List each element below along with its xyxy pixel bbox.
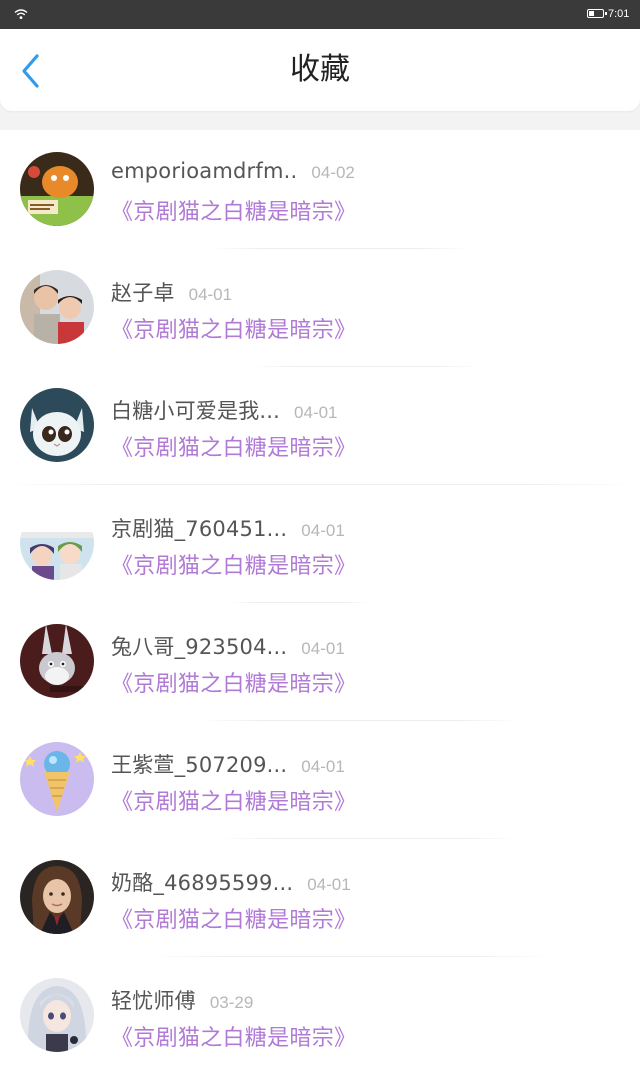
- name-row: 兔八哥_923504... 04-01: [111, 631, 345, 659]
- user-name: 轻忧师傅: [111, 989, 196, 1013]
- chevron-left-icon: [22, 54, 39, 88]
- avatar: [20, 624, 94, 698]
- name-row: 京剧猫_760451... 04-01: [111, 513, 345, 541]
- work-title-link[interactable]: 《京剧猫之白糖是暗宗》: [111, 902, 356, 934]
- work-title-link[interactable]: 《京剧猫之白糖是暗宗》: [111, 430, 356, 462]
- user-name: 奶酪_46895599...: [111, 871, 294, 895]
- user-name: 白糖小可爱是我...: [111, 399, 281, 423]
- avatar: [20, 978, 94, 1052]
- work-title-link[interactable]: 《京剧猫之白糖是暗宗》: [111, 784, 356, 816]
- avatar: [20, 270, 94, 344]
- status-time: 7:01: [608, 8, 630, 20]
- avatar: [20, 742, 94, 816]
- battery-low-icon: [587, 9, 607, 18]
- list-item[interactable]: 奶酪_46895599... 04-01 《京剧猫之白糖是暗宗》: [0, 838, 640, 956]
- avatar: [20, 506, 94, 580]
- list-item[interactable]: 王紫萱_507209... 04-01 《京剧猫之白糖是暗宗》: [0, 720, 640, 838]
- avatar: [20, 152, 94, 226]
- item-date: 04-01: [301, 521, 345, 540]
- item-date: 04-01: [307, 875, 351, 894]
- avatar: [20, 860, 94, 934]
- work-title-link[interactable]: 《京剧猫之白糖是暗宗》: [111, 548, 356, 580]
- favorites-list: emporioamdrfm.. 04-02 《京剧猫之白糖是暗宗》 赵子卓 04-0…: [0, 130, 640, 1066]
- work-title-link[interactable]: 《京剧猫之白糖是暗宗》: [111, 194, 356, 226]
- name-row: 奶酪_46895599... 04-01: [111, 867, 351, 895]
- user-name: 京剧猫_760451...: [111, 517, 288, 541]
- page-title: 收藏: [290, 52, 350, 87]
- item-date: 04-01: [188, 285, 233, 304]
- avatar: [20, 388, 94, 462]
- wifi-icon: [14, 9, 28, 19]
- item-date: 04-02: [311, 163, 355, 182]
- user-name: 王紫萱_507209...: [111, 753, 288, 777]
- work-title-link[interactable]: 《京剧猫之白糖是暗宗》: [111, 1020, 356, 1052]
- list-item[interactable]: 京剧猫_760451... 04-01 《京剧猫之白糖是暗宗》: [0, 484, 640, 602]
- item-date: 04-01: [294, 403, 338, 422]
- back-button[interactable]: [14, 53, 54, 93]
- list-item[interactable]: 轻忧师傅 03-29 《京剧猫之白糖是暗宗》: [0, 956, 640, 1074]
- list-item[interactable]: emporioamdrfm.. 04-02 《京剧猫之白糖是暗宗》: [0, 130, 640, 248]
- title-bar: 收藏: [0, 29, 640, 111]
- list-item[interactable]: 赵子卓 04-01 《京剧猫之白糖是暗宗》: [0, 248, 640, 366]
- work-title-link[interactable]: 《京剧猫之白糖是暗宗》: [111, 666, 356, 698]
- name-row: 赵子卓 04-01: [111, 277, 232, 305]
- name-row: 白糖小可爱是我... 04-01: [111, 395, 338, 423]
- list-item[interactable]: 兔八哥_923504... 04-01 《京剧猫之白糖是暗宗》: [0, 602, 640, 720]
- work-title-link[interactable]: 《京剧猫之白糖是暗宗》: [111, 312, 356, 344]
- user-name: 兔八哥_923504...: [111, 635, 288, 659]
- status-bar: 7:01: [0, 0, 640, 29]
- user-name: 赵子卓: [111, 281, 175, 305]
- name-row: 轻忧师傅 03-29: [111, 985, 253, 1013]
- item-date: 04-01: [301, 757, 345, 776]
- user-name: emporioamdrfm..: [111, 159, 298, 183]
- name-row: emporioamdrfm.. 04-02: [111, 159, 355, 187]
- name-row: 王紫萱_507209... 04-01: [111, 749, 345, 777]
- list-item[interactable]: 白糖小可爱是我... 04-01 《京剧猫之白糖是暗宗》: [0, 366, 640, 484]
- item-date: 04-01: [301, 639, 345, 658]
- item-date: 03-29: [209, 993, 254, 1012]
